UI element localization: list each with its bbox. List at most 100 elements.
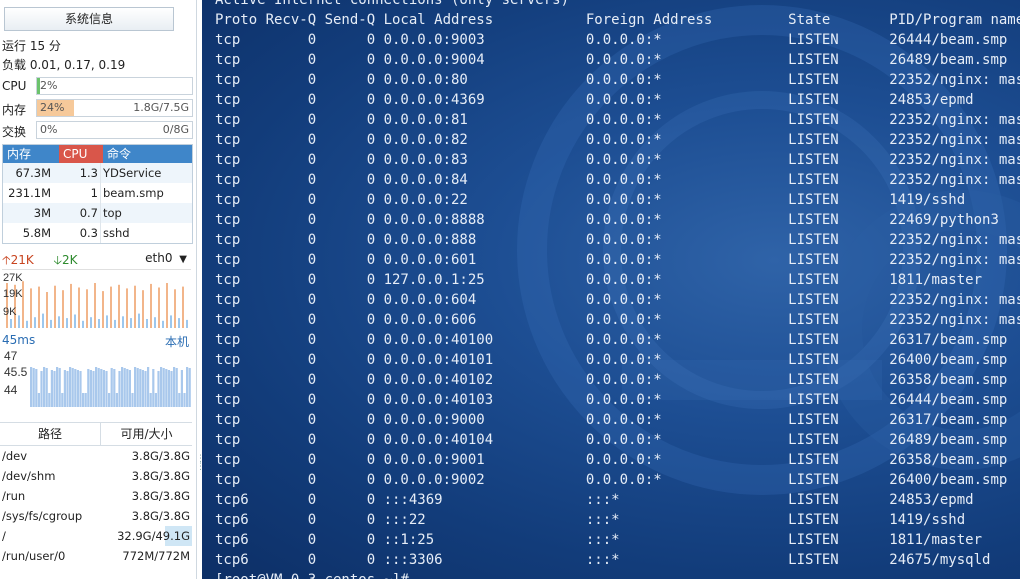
network-bar: [30, 288, 32, 328]
ping-bar: [61, 393, 64, 407]
network-bar: [62, 290, 64, 328]
terminal-line: tcp 0 0 0.0.0.0:40104 0.0.0.0:* LISTEN 2…: [215, 432, 1008, 448]
network-bar: [126, 288, 128, 328]
network-header: 🡡21K 🡣2K eth0 ▼: [2, 251, 191, 269]
terminal-line: tcp 0 0 0.0.0.0:81 0.0.0.0:* LISTEN 2235…: [215, 112, 1020, 128]
ping-bar: [43, 367, 46, 407]
process-row[interactable]: 5.8M 0.3 sshd: [3, 223, 192, 243]
ping-bar: [139, 369, 142, 407]
cpu-percent: 2%: [40, 79, 58, 92]
terminal-panel[interactable]: Active Internet connections (only server…: [202, 0, 1020, 579]
ping-bar: [35, 369, 38, 407]
cpu-meter: 2%: [36, 77, 193, 95]
process-header-memory[interactable]: 内存: [3, 145, 59, 163]
ping-bar: [186, 367, 189, 407]
process-command: beam.smp: [103, 186, 164, 200]
ping-bar: [79, 371, 82, 407]
memory-meter: 24% 1.8G/7.5G: [36, 99, 193, 117]
network-bar: [58, 316, 60, 328]
network-bar: [98, 319, 100, 328]
network-bar: [46, 292, 48, 328]
process-command: top: [103, 206, 122, 220]
terminal-line: tcp 0 0 127.0.0.1:25 0.0.0.0:* LISTEN 18…: [215, 272, 983, 288]
network-bar: [118, 284, 120, 328]
disk-header-size[interactable]: 可用/大小: [101, 423, 192, 445]
chevron-down-icon: ▼: [179, 254, 187, 265]
swap-amount: 0/8G: [162, 123, 189, 136]
ping-bar: [97, 368, 100, 407]
process-header-cpu[interactable]: CPU: [59, 145, 103, 163]
memory-percent: 24%: [40, 101, 65, 114]
ping-bar: [32, 368, 35, 407]
terminal-line: tcp6 0 0 :::4369 :::* LISTEN 24853/epmd: [215, 492, 974, 508]
ping-bar: [173, 367, 176, 407]
ping-bar: [178, 393, 181, 407]
swap-label: 交换: [2, 125, 27, 139]
ping-bar: [126, 369, 129, 407]
disk-path: /: [2, 529, 6, 543]
disk-row[interactable]: /run/user/0 772M/772M: [0, 546, 192, 566]
terminal-line: tcp6 0 0 :::3306 :::* LISTEN 24675/mysql…: [215, 552, 991, 568]
disk-header-path[interactable]: 路径: [0, 423, 101, 445]
disk-size: 3.8G/3.8G: [131, 469, 190, 483]
ping-bar: [118, 371, 121, 407]
process-cpu: 1.3: [55, 163, 101, 183]
ping-bar: [50, 370, 53, 407]
network-bar: [158, 287, 160, 328]
network-bar: [10, 319, 12, 328]
disk-row[interactable]: /sys/fs/cgroup 3.8G/3.8G: [0, 506, 192, 526]
process-memory: 5.8M: [22, 226, 51, 240]
network-bar: [182, 286, 184, 328]
terminal-line: tcp 0 0 0.0.0.0:604 0.0.0.0:* LISTEN 223…: [215, 292, 1020, 308]
ping-bar: [66, 371, 69, 407]
process-cpu: 0.3: [55, 223, 101, 243]
terminal-line: tcp 0 0 0.0.0.0:9002 0.0.0.0:* LISTEN 26…: [215, 472, 1008, 488]
disk-row[interactable]: / 32.9G/49.1G: [0, 526, 192, 546]
ping-bar: [48, 393, 51, 407]
network-bar: [146, 319, 148, 328]
ping-bar: [170, 371, 173, 407]
disk-size: 772M/772M: [122, 549, 190, 563]
process-memory: 3M: [33, 206, 51, 220]
system-info-button[interactable]: 系统信息: [4, 7, 174, 31]
interface-select[interactable]: eth0 ▼: [145, 251, 187, 265]
ping-host-link[interactable]: 本机: [165, 333, 189, 350]
terminal-line: tcp 0 0 0.0.0.0:8888 0.0.0.0:* LISTEN 22…: [215, 212, 999, 228]
process-row[interactable]: 67.3M 1.3 YDService: [3, 163, 192, 183]
ping-bar: [136, 368, 139, 407]
process-memory: 231.1M: [8, 186, 51, 200]
process-row[interactable]: 3M 0.7 top: [3, 203, 192, 223]
network-bar: [82, 320, 84, 328]
terminal-line: tcp 0 0 0.0.0.0:4369 0.0.0.0:* LISTEN 24…: [215, 92, 974, 108]
ping-bar: [89, 370, 92, 407]
network-bar: [106, 315, 108, 328]
memory-label: 内存: [2, 103, 27, 117]
network-bar: [134, 285, 136, 328]
ping-y-label-mid: 45.5: [4, 365, 28, 379]
ping-bar: [128, 370, 131, 407]
network-bar: [174, 289, 176, 328]
disk-row[interactable]: /run 3.8G/3.8G: [0, 486, 192, 506]
ping-bar: [76, 370, 79, 407]
ping-bar: [74, 369, 77, 407]
terminal-line: tcp 0 0 0.0.0.0:9000 0.0.0.0:* LISTEN 26…: [215, 412, 1008, 428]
process-cpu: 0.7: [55, 203, 101, 223]
terminal-line: tcp 0 0 0.0.0.0:9004 0.0.0.0:* LISTEN 26…: [215, 52, 1008, 68]
ping-bar: [30, 367, 33, 407]
network-bar: [86, 289, 88, 328]
process-header-command[interactable]: 命令: [103, 145, 192, 163]
terminal-line: tcp 0 0 0.0.0.0:606 0.0.0.0:* LISTEN 223…: [215, 312, 1020, 328]
ping-bar: [82, 393, 85, 407]
cpu-label: CPU: [2, 79, 27, 93]
network-bar: [170, 315, 172, 328]
terminal-line: tcp 0 0 0.0.0.0:9001 0.0.0.0:* LISTEN 26…: [215, 452, 1008, 468]
disk-row[interactable]: /dev 3.8G/3.8G: [0, 446, 192, 466]
terminal-line: tcp 0 0 0.0.0.0:40103 0.0.0.0:* LISTEN 2…: [215, 392, 1008, 408]
network-bar: [178, 318, 180, 328]
process-row[interactable]: 231.1M 1 beam.smp: [3, 183, 192, 203]
network-bar: [38, 286, 40, 328]
network-bar: [138, 313, 140, 328]
ping-bar: [162, 368, 165, 407]
disk-row[interactable]: /dev/shm 3.8G/3.8G: [0, 466, 192, 486]
interface-name: eth0: [145, 251, 173, 265]
